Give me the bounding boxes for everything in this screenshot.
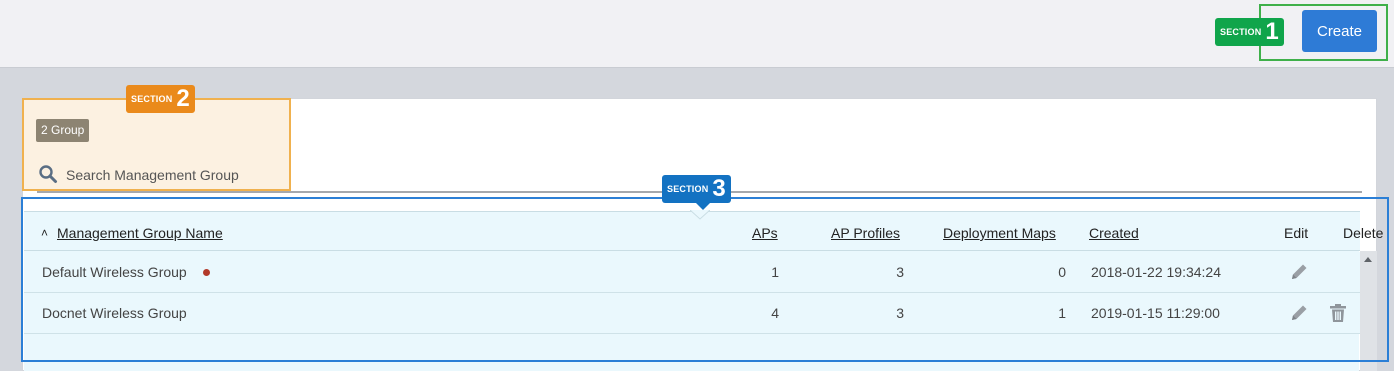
section-badge-number: 2 xyxy=(176,85,190,112)
search-input[interactable]: Search Management Group xyxy=(66,167,239,183)
create-button[interactable]: Create xyxy=(1302,10,1377,52)
section-2-badge: SECTION 2 xyxy=(126,85,195,113)
group-count-badge: 2 Group xyxy=(36,119,90,142)
section-badge-label: SECTION xyxy=(667,184,709,194)
search-icon[interactable] xyxy=(38,164,58,184)
top-toolbar xyxy=(0,0,1394,68)
section-badge-label: SECTION xyxy=(1220,27,1262,37)
section-3-highlight xyxy=(21,197,1389,362)
section-badge-label: SECTION xyxy=(131,94,173,104)
section-badge-number: 3 xyxy=(712,175,726,202)
pointer-notch xyxy=(690,210,710,220)
section-1-badge: SECTION 1 xyxy=(1215,18,1284,46)
section-badge-number: 1 xyxy=(1265,18,1279,45)
section-3-badge: SECTION 3 xyxy=(662,175,731,210)
